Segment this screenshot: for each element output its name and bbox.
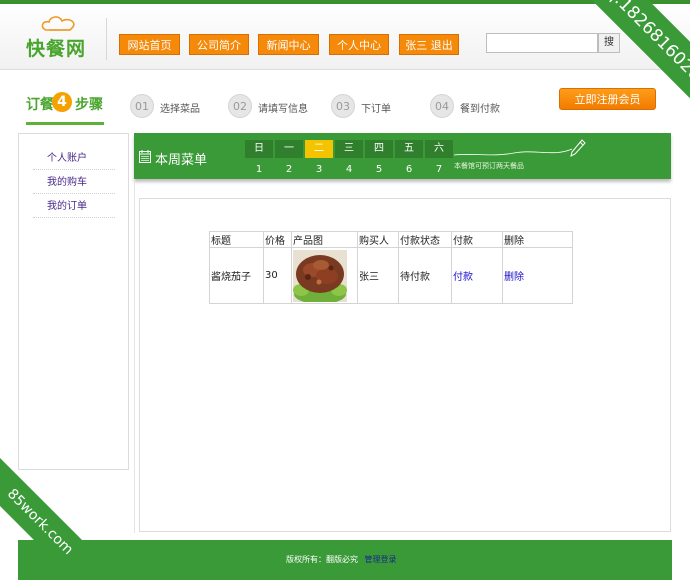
column-header: 删除 (502, 231, 573, 248)
column-header: 产品图 (291, 231, 358, 248)
day-tab-wed[interactable]: 三 (335, 140, 363, 158)
step-number: 02 (228, 94, 252, 118)
chef-hat-icon (41, 16, 75, 31)
nav-user-logout[interactable]: 张三 退出 (399, 34, 459, 55)
pay-link[interactable]: 付款 (451, 247, 503, 304)
sidebar: 个人账户 我的购车 我的订单 (18, 133, 129, 470)
logo-text: 快餐网 (26, 38, 87, 60)
nav-personal-center[interactable]: 个人中心 (329, 34, 389, 55)
step-label: 请填写信息 (258, 104, 308, 115)
admin-login-link[interactable]: 管理登录 (365, 555, 397, 564)
search-input[interactable] (486, 33, 598, 53)
day-tab-fri[interactable]: 五 (395, 140, 423, 158)
header-divider (106, 18, 107, 60)
sidebar-item-orders[interactable]: 我的订单 (33, 198, 115, 218)
decorative-swirl-icon (454, 148, 573, 156)
column-header: 价格 (263, 231, 292, 248)
pencil-icon (570, 139, 586, 157)
steps-underline (26, 122, 104, 125)
step-number: 04 (430, 94, 454, 118)
weekly-menu-bar: 本周菜单 日 一 二 三 四 五 六 1 2 3 4 5 6 7 本餐馆可预订两… (134, 133, 671, 179)
delete-link[interactable]: 删除 (502, 247, 573, 304)
day-tab-thu[interactable]: 四 (365, 140, 393, 158)
sidebar-item-account[interactable]: 个人账户 (33, 150, 115, 170)
step-label: 选择菜品 (160, 104, 200, 115)
nav-home[interactable]: 网站首页 (119, 34, 180, 55)
calendar-icon (139, 150, 151, 163)
register-member-button[interactable]: 立即注册会员 (559, 88, 656, 110)
product-image-cell (291, 247, 358, 304)
order-price: 30 (263, 247, 292, 304)
nav-news[interactable]: 新闻中心 (258, 34, 319, 55)
order-buyer: 张三 (357, 247, 399, 304)
step-number: 01 (130, 94, 154, 118)
day-number: 6 (405, 164, 413, 175)
day-tab-sun[interactable]: 日 (245, 140, 273, 158)
footer-text: 版权所有：翻版必究 管理登录 (286, 554, 397, 565)
step-number: 03 (331, 94, 355, 118)
column-header: 购买人 (357, 231, 399, 248)
day-tab-sat[interactable]: 六 (425, 140, 453, 158)
content-divider (134, 179, 135, 533)
weekly-menu-title: 本周菜单 (155, 153, 208, 168)
table-row: 酱烧茄子 30 张三 待付款 付款 删除 (209, 247, 573, 304)
day-number: 7 (435, 164, 443, 175)
product-image (293, 249, 347, 302)
day-tab-tue[interactable]: 二 (305, 140, 333, 158)
day-number: 3 (315, 164, 323, 175)
day-number: 2 (285, 164, 293, 175)
step-label: 餐到付款 (460, 104, 500, 115)
copyright-text: 版权所有：翻版必究 (286, 555, 358, 564)
order-payment-status: 待付款 (398, 247, 452, 304)
orders-table: 标题 价格 产品图 购买人 付款状态 付款 删除 酱烧茄子 30 张三 待付款 … (209, 231, 573, 304)
search-button[interactable]: 搜 (598, 33, 620, 53)
nav-about[interactable]: 公司简介 (189, 34, 249, 55)
column-header: 付款状态 (398, 231, 452, 248)
day-tab-mon[interactable]: 一 (275, 140, 303, 158)
site-logo[interactable]: 快餐网 (26, 16, 98, 60)
menu-note: 本餐馆可预订两天餐品 (454, 162, 524, 170)
table-header-row: 标题 价格 产品图 购买人 付款状态 付款 删除 (209, 231, 573, 248)
steps-count-badge: 4 (52, 92, 72, 112)
steps-title-prefix: 订餐 (26, 97, 54, 113)
order-title: 酱烧茄子 (209, 247, 264, 304)
column-header: 付款 (451, 231, 503, 248)
step-label: 下订单 (361, 104, 391, 115)
steps-title-suffix: 步骤 (75, 97, 103, 113)
day-number: 1 (255, 164, 263, 175)
day-number: 4 (345, 164, 353, 175)
column-header: 标题 (209, 231, 264, 248)
day-number: 5 (375, 164, 383, 175)
sidebar-item-cart[interactable]: 我的购车 (33, 174, 115, 194)
